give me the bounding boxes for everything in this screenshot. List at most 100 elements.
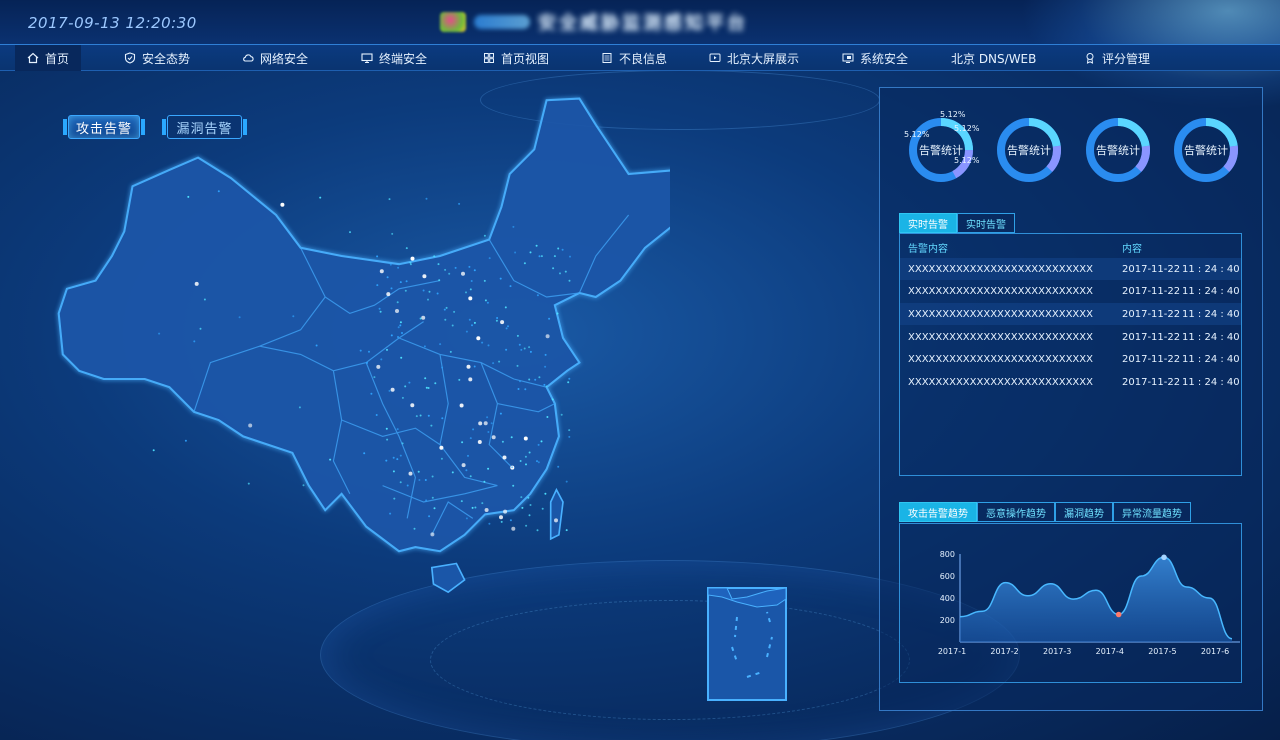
alert-stat-donut[interactable]: 告警统计	[995, 116, 1063, 184]
alert-dot	[519, 460, 522, 462]
alert-dot	[491, 435, 496, 440]
nav-item-home-view[interactable]: 首页视图	[483, 45, 549, 71]
alert-dot	[529, 251, 532, 254]
brand-logo-icon	[440, 12, 466, 32]
tab-malicious-op-trend[interactable]: 恶意操作趋势	[977, 502, 1055, 522]
table-row[interactable]: XXXXXXXXXXXXXXXXXXXXXXXXXXX 2017-11-22 1…	[900, 326, 1241, 348]
nav-item-label: 北京大屏展示	[727, 51, 800, 66]
x-tick-label: 2017-2	[990, 647, 1018, 656]
alert-dot	[439, 445, 444, 450]
alert-dot	[518, 343, 521, 346]
nav-item-beijing-screen[interactable]: 北京大屏展示	[709, 45, 799, 71]
alert-dot	[437, 263, 440, 266]
alert-stat-donut[interactable]: 告警统计	[1084, 116, 1152, 184]
alert-dot	[388, 198, 391, 201]
table-row[interactable]: XXXXXXXXXXXXXXXXXXXXXXXXXXX 2017-11-22 1…	[900, 371, 1241, 393]
alert-stat-donut[interactable]: 告警统计	[1172, 116, 1240, 184]
alert-dot	[468, 377, 473, 382]
alert-dot	[504, 306, 507, 309]
nav-item-score-management[interactable]: 评分管理	[1084, 45, 1150, 71]
tab-realtime-alert-2[interactable]: 实时告警	[957, 213, 1015, 233]
attack-trend-chart[interactable]: 200400600800 2017-1 2017-2 2017-3 2017-4 201…	[900, 524, 1243, 684]
tab-vulnerability-trend[interactable]: 漏洞趋势	[1055, 502, 1113, 522]
alert-dot	[509, 519, 512, 522]
table-row[interactable]: XXXXXXXXXXXXXXXXXXXXXXXXXXX 2017-11-22 1…	[900, 280, 1241, 302]
alert-dot	[520, 496, 523, 499]
main-nav: 首页 安全态势 网络安全 终端安全 首页视图 不良信息 北京大屏展示 系统安全 …	[0, 44, 1280, 71]
alert-dot	[486, 416, 489, 419]
nav-item-beijing-dns-web[interactable]: 北京 DNS/WEB	[951, 45, 1036, 71]
nav-item-network-security[interactable]: 网络安全	[242, 45, 308, 71]
x-tick-label: 2017-4	[1096, 647, 1124, 656]
alert-dot	[496, 317, 499, 319]
alert-dot	[490, 422, 493, 425]
alert-dot	[465, 469, 468, 472]
tab-abnormal-traffic-trend[interactable]: 异常流量趋势	[1113, 502, 1191, 522]
alert-dot	[514, 251, 517, 254]
alert-dot	[428, 290, 431, 293]
alert-dot	[465, 291, 467, 294]
alert-dot	[397, 336, 399, 338]
alert-dot	[392, 456, 395, 459]
alert-dot	[544, 353, 547, 356]
alert-dot	[390, 287, 393, 290]
alert-dot	[399, 321, 402, 324]
alert-dot	[461, 441, 464, 444]
alert-dot	[152, 449, 155, 452]
nav-item-label: 不良信息	[619, 51, 668, 66]
table-row[interactable]: XXXXXXXXXXXXXXXXXXXXXXXXXXX 2017-11-22 1…	[900, 303, 1241, 325]
alert-dot	[422, 274, 427, 279]
alert-dot	[203, 298, 206, 301]
china-threat-map[interactable]	[30, 92, 670, 712]
alert-dot	[505, 348, 508, 351]
alert-dot	[553, 255, 556, 258]
alert-dot	[397, 266, 400, 269]
alert-dot	[458, 202, 461, 205]
nav-item-bad-info[interactable]: 不良信息	[601, 45, 667, 71]
alert-dot	[524, 388, 527, 391]
table-row[interactable]: XXXXXXXXXXXXXXXXXXXXXXXXXXX 2017-11-22 1…	[900, 258, 1241, 280]
nav-item-terminal-security[interactable]: 终端安全	[361, 45, 427, 71]
alert-dot	[544, 365, 547, 368]
alert-dot	[483, 421, 488, 426]
alert-dot	[393, 497, 396, 500]
nav-item-label: 首页视图	[501, 51, 550, 66]
alert-dot	[431, 475, 434, 478]
row-time: 11 : 24 : 40	[1182, 264, 1240, 275]
alert-dot	[502, 455, 507, 460]
alert-dot	[459, 403, 464, 408]
alert-dot	[468, 265, 471, 268]
alert-dot	[469, 288, 472, 291]
donut-label: 告警统计	[1007, 144, 1051, 157]
alert-dot	[436, 292, 439, 295]
alert-dot	[560, 413, 563, 416]
data-point-marker[interactable]	[1115, 611, 1122, 618]
alert-stat-donut[interactable]: 告警统计 5.12% 5.12% 5.12% 5.12%	[904, 110, 979, 184]
hainan-outline	[430, 562, 466, 594]
nav-item-system-security[interactable]: 系统安全	[842, 45, 908, 71]
row-date: 2017-11-22	[1122, 309, 1181, 320]
alert-dot	[399, 281, 402, 284]
alert-dot	[404, 289, 407, 292]
row-time: 11 : 24 : 40	[1182, 286, 1240, 297]
nav-item-security-posture[interactable]: 安全态势	[124, 45, 190, 71]
alert-dot	[430, 532, 435, 537]
alert-dot	[401, 332, 403, 334]
alert-dot	[557, 247, 560, 250]
tab-realtime-alert[interactable]: 实时告警	[899, 213, 957, 233]
nav-item-home[interactable]: 首页	[15, 45, 82, 71]
alert-dot	[505, 327, 508, 330]
alert-dot	[565, 480, 568, 483]
alert-dot	[471, 506, 474, 509]
donut-percent: 5.12%	[904, 130, 930, 139]
table-row[interactable]: XXXXXXXXXXXXXXXXXXXXXXXXXXX 2017-11-22 1…	[900, 348, 1241, 370]
alert-dot	[388, 389, 391, 392]
alert-dot	[448, 272, 451, 275]
screen-icon	[709, 53, 721, 62]
alert-dot	[396, 428, 399, 431]
tab-attack-trend[interactable]: 攻击告警趋势	[899, 502, 977, 522]
alert-dot	[238, 316, 241, 319]
alert-dot	[473, 365, 476, 368]
x-tick-label: 2017-5	[1148, 647, 1176, 656]
data-point-marker[interactable]	[1161, 554, 1167, 561]
